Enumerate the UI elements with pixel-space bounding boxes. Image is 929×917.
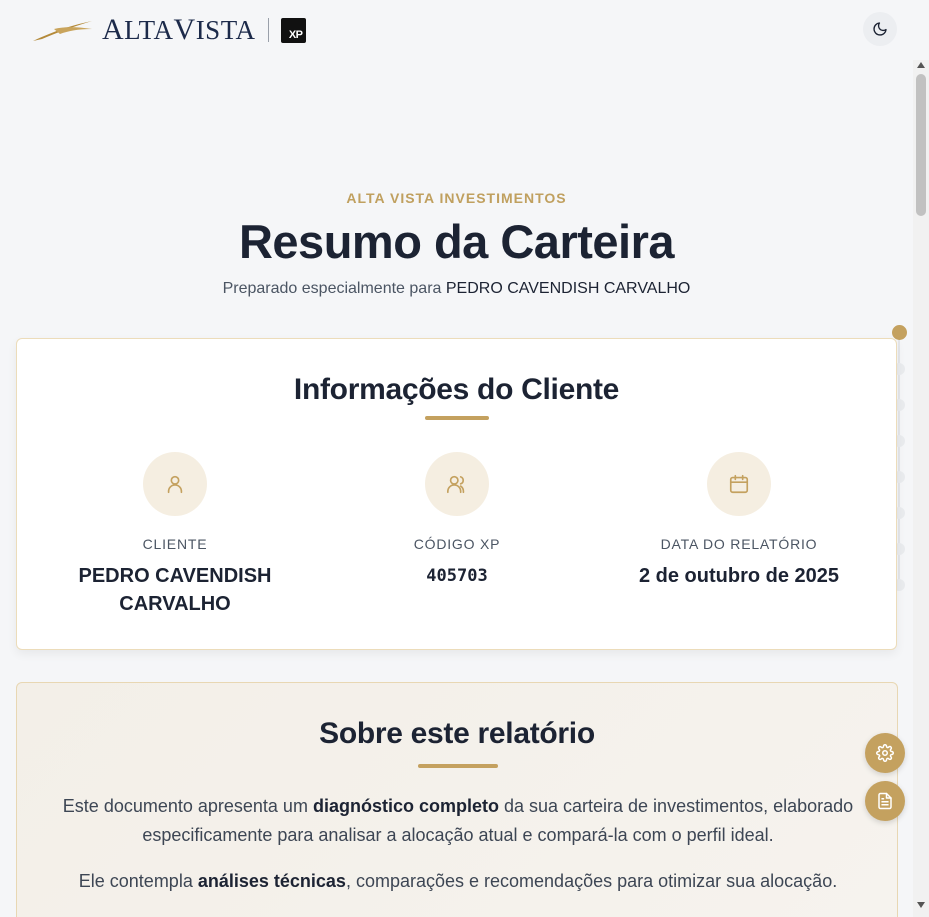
theme-toggle-button[interactable]	[863, 12, 897, 46]
document-button[interactable]	[865, 781, 905, 821]
scroll-up-arrow-icon[interactable]	[917, 62, 925, 68]
calendar-icon	[707, 452, 771, 516]
about-report-title: Sobre este relatório	[319, 717, 595, 750]
title-underline	[425, 416, 489, 420]
about-paragraph-2: Ele contempla análises técnicas, compara…	[47, 867, 869, 896]
scrollbar-thumb[interactable]	[916, 74, 926, 216]
brand-logo[interactable]: ALTAVISTA XP	[32, 13, 306, 46]
gear-icon	[876, 744, 894, 762]
client-value: PEDRO CAVENDISH CARVALHO	[78, 565, 272, 615]
user-icon	[143, 452, 207, 516]
moon-icon	[873, 22, 887, 36]
hero-subtitle-prefix: Preparado especialmente para	[222, 280, 442, 297]
hero-section: ALTA VISTA INVESTIMENTOS Resumo da Carte…	[0, 190, 913, 298]
about-text: Ele contempla	[78, 871, 198, 891]
settings-button[interactable]	[865, 733, 905, 773]
xp-logo: XP	[280, 17, 306, 43]
hero-client-name: PEDRO CAVENDISH CARVALHO	[445, 280, 691, 297]
section-nav-dot-1[interactable]	[892, 325, 907, 340]
about-report-card: Sobre este relatório Este documento apre…	[16, 682, 898, 917]
hero-eyebrow: ALTA VISTA INVESTIMENTOS	[346, 190, 567, 206]
xp-code-label: CÓDIGO XP	[413, 536, 501, 552]
about-highlight: diagnóstico completo	[312, 796, 499, 816]
about-paragraph-1: Este documento apresenta um diagnóstico …	[47, 792, 869, 850]
altavista-swoosh-icon	[33, 21, 92, 41]
client-info-card: Informações do Cliente CLIENTE PEDRO CAV…	[16, 338, 897, 650]
title-underline	[418, 764, 498, 768]
logo-divider	[267, 18, 269, 42]
report-date-value: 2 de outubro de 2025	[638, 565, 840, 587]
about-highlight: análises técnicas	[197, 871, 346, 891]
users-icon	[425, 452, 489, 516]
hero-subtitle: Preparado especialmente para PEDRO CAVEN…	[0, 280, 913, 298]
xp-code-field: CÓDIGO XP 405703	[317, 452, 597, 590]
document-icon	[878, 792, 892, 810]
page-title: Resumo da Carteira	[238, 215, 675, 268]
about-text: Este documento apresenta um	[62, 796, 313, 816]
scroll-down-arrow-icon[interactable]	[917, 902, 925, 908]
client-info-title: Informações do Cliente	[293, 373, 620, 406]
about-text: , comparações e recomendações para otimi…	[345, 871, 838, 891]
client-label: CLIENTE	[142, 536, 208, 552]
report-date-field: DATA DO RELATÓRIO 2 de outubro de 2025	[599, 452, 879, 590]
top-bar: ALTAVISTA XP	[0, 0, 929, 60]
client-name-field: CLIENTE PEDRO CAVENDISH CARVALHO	[35, 452, 315, 618]
brand-logo-text: ALTAVISTA	[102, 13, 256, 46]
xp-code-value: 405703	[426, 566, 488, 586]
report-date-label: DATA DO RELATÓRIO	[660, 536, 818, 552]
